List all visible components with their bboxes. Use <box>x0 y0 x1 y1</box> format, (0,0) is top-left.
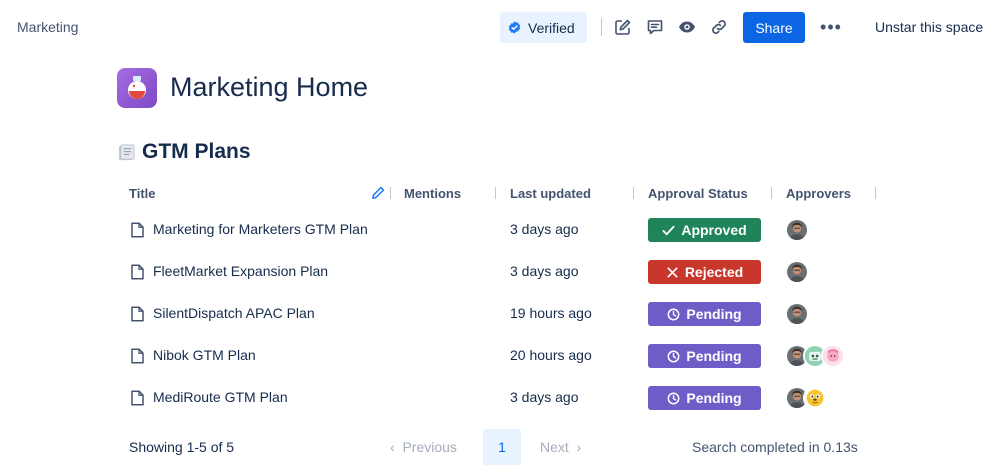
page-document-icon <box>131 306 144 322</box>
status-badge[interactable]: Pending <box>648 386 761 410</box>
column-divider[interactable] <box>495 187 496 199</box>
comment-icon[interactable] <box>645 17 665 37</box>
status-badge[interactable]: Pending <box>648 302 761 326</box>
status-label: Pending <box>686 390 742 406</box>
scroll-document-icon <box>118 144 135 161</box>
page-document-icon <box>131 390 144 406</box>
row-title-link[interactable]: SilentDispatch APAC Plan <box>153 305 315 321</box>
yellow-dog-avatar[interactable] <box>803 386 827 410</box>
page-document-icon <box>131 348 144 364</box>
more-actions-icon[interactable]: ••• <box>820 14 842 40</box>
section-title: GTM Plans <box>142 140 251 163</box>
watch-eye-icon[interactable] <box>677 17 697 37</box>
chevron-left-icon: ‹ <box>390 439 395 455</box>
table-row[interactable]: MediRoute GTM Plan 3 days ago Pending <box>120 377 880 419</box>
approvers-group[interactable] <box>785 302 809 326</box>
checkmark-icon <box>662 225 675 235</box>
column-divider[interactable] <box>390 187 391 199</box>
page-title: Marketing Home <box>170 72 369 102</box>
column-header-title[interactable]: Title <box>129 186 156 201</box>
row-last-updated: 3 days ago <box>510 389 579 405</box>
status-label: Rejected <box>684 264 744 280</box>
next-label: Next <box>540 439 569 455</box>
table-row[interactable]: Marketing for Marketers GTM Plan 3 days a… <box>120 209 880 251</box>
clock-icon <box>667 392 680 404</box>
row-last-updated: 20 hours ago <box>510 347 592 363</box>
row-last-updated: 3 days ago <box>510 221 579 237</box>
cross-icon <box>667 266 678 278</box>
column-divider[interactable] <box>771 187 772 199</box>
previous-label: Previous <box>402 439 457 455</box>
unstar-space-button[interactable]: Unstar this space <box>875 19 983 35</box>
page-1-button[interactable]: 1 <box>483 429 521 465</box>
row-title-link[interactable]: Nibok GTM Plan <box>153 347 256 363</box>
column-header-approval-status[interactable]: Approval Status <box>648 186 748 201</box>
approvers-group[interactable] <box>785 386 827 410</box>
verified-button[interactable]: Verified <box>500 12 587 43</box>
chevron-right-icon: › <box>576 439 582 455</box>
next-page-button[interactable]: Next › <box>540 439 581 455</box>
table-row[interactable]: Nibok GTM Plan 20 hours ago Pending <box>120 335 880 377</box>
breadcrumb[interactable]: Marketing <box>17 19 78 35</box>
verified-label: Verified <box>528 19 575 36</box>
status-badge[interactable]: Approved <box>648 218 761 242</box>
share-button[interactable]: Share <box>743 12 805 43</box>
column-header-mentions[interactable]: Mentions <box>404 186 461 201</box>
column-divider[interactable] <box>633 187 634 199</box>
search-time-info: Search completed in 0.13s <box>692 439 858 455</box>
results-count: Showing 1-5 of 5 <box>129 439 235 455</box>
table-row[interactable]: FleetMarket Expansion Plan 3 days ago Reje… <box>120 251 880 293</box>
clock-icon <box>667 308 680 320</box>
link-icon[interactable] <box>709 17 729 37</box>
man-avatar[interactable] <box>785 218 809 242</box>
row-title-link[interactable]: FleetMarket Expansion Plan <box>153 263 328 279</box>
row-last-updated: 3 days ago <box>510 263 579 279</box>
clock-icon <box>667 350 680 362</box>
status-badge[interactable]: Rejected <box>648 260 761 284</box>
previous-page-button[interactable]: ‹ Previous <box>390 439 457 455</box>
approvers-group[interactable] <box>785 218 809 242</box>
column-header-last-updated[interactable]: Last updated <box>510 186 591 201</box>
approvers-group[interactable] <box>785 344 845 368</box>
verified-badge-icon <box>508 21 521 34</box>
space-avatar-icon <box>117 68 157 108</box>
row-title-link[interactable]: MediRoute GTM Plan <box>153 389 288 405</box>
page-document-icon <box>131 222 144 238</box>
table-row[interactable]: SilentDispatch APAC Plan 19 hours ago Pend… <box>120 293 880 335</box>
man-avatar[interactable] <box>785 302 809 326</box>
status-label: Pending <box>686 306 742 322</box>
status-badge[interactable]: Pending <box>648 344 761 368</box>
man-avatar[interactable] <box>785 260 809 284</box>
status-label: Approved <box>681 222 747 238</box>
status-label: Pending <box>686 348 742 364</box>
page-document-icon <box>131 264 144 280</box>
row-title-link[interactable]: Marketing for Marketers GTM Plan <box>153 221 368 237</box>
pink-character-avatar[interactable] <box>821 344 845 368</box>
column-divider[interactable] <box>875 187 876 199</box>
edit-pencil-icon[interactable] <box>371 186 385 200</box>
toolbar-divider <box>601 18 602 36</box>
edit-icon[interactable] <box>613 17 633 37</box>
approvers-group[interactable] <box>785 260 809 284</box>
row-last-updated: 19 hours ago <box>510 305 592 321</box>
column-header-approvers[interactable]: Approvers <box>786 186 851 201</box>
